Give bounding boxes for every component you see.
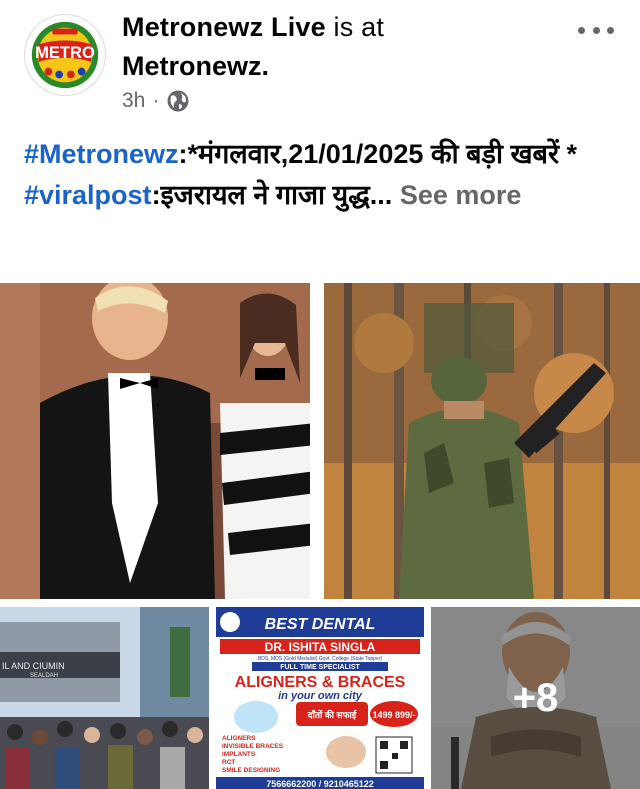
location-link[interactable]: Metronewz.: [122, 49, 269, 83]
crowd-sign-subtext: SEALDAH: [30, 673, 58, 679]
ad-offer: दाँतों की सफाई: [307, 709, 358, 720]
ad-title: BEST DENTAL: [265, 616, 376, 633]
more-dot: [607, 26, 614, 34]
photo-soldier-image: [324, 283, 640, 599]
ad-list-item: SMILE DESIGNING: [222, 767, 280, 774]
photo-crowd[interactable]: IL AND CIUMIN SEALDAH: [0, 607, 209, 789]
post-meta: 3h ·: [122, 89, 190, 113]
more-dot: [592, 26, 600, 34]
more-photos-count[interactable]: +8: [431, 607, 640, 789]
post-time[interactable]: 3h: [122, 89, 145, 113]
post-text-line2: :इजरायल ने गाजा युद्ध...: [151, 180, 393, 210]
see-more-link[interactable]: See more: [400, 180, 522, 210]
page-name-link[interactable]: Metronewz Live: [122, 12, 326, 42]
ad-quals: BDS, MDS (Gold Medalist) Govt. College (…: [258, 656, 382, 662]
post-title: Metronewz Live is at: [122, 10, 384, 44]
photo-more[interactable]: +8: [431, 607, 640, 789]
hashtag-link[interactable]: #Metronewz: [24, 139, 179, 169]
avatar-text: METRO: [35, 43, 95, 62]
more-options-button[interactable]: [578, 18, 614, 42]
ad-list-item: ALIGNERS: [222, 735, 256, 742]
post-header: METRO Metronewz Live is at Metronewz. 3h…: [0, 0, 640, 125]
ad-list-item: IMPLANTS: [222, 751, 256, 758]
ad-price: 1499 899/-: [372, 710, 415, 720]
page-avatar[interactable]: METRO: [24, 14, 106, 96]
post-text: #Metronewz:*मंगलवार,21/01/2025 की बड़ी ख…: [24, 134, 624, 216]
ad-doctor: DR. ISHITA SINGLA: [265, 640, 376, 654]
post-text-line1: :*मंगलवार,21/01/2025 की बड़ी खबरें *: [178, 139, 578, 169]
photo-soldier[interactable]: [324, 283, 640, 599]
more-dot: [578, 26, 585, 34]
ad-headline: ALIGNERS & BRACES: [235, 674, 406, 691]
meta-separator: ·: [152, 89, 160, 112]
ad-phone: 7566662200 / 9210465122: [266, 779, 374, 789]
ad-list-item: RCT: [222, 759, 235, 766]
photo-dental-ad[interactable]: BEST DENTAL DR. ISHITA SINGLA BDS, MDS (…: [216, 607, 424, 789]
photo-couple-image: [0, 283, 316, 599]
photo-couple[interactable]: [0, 283, 316, 599]
photo-dental-ad-image: BEST DENTAL DR. ISHITA SINGLA BDS, MDS (…: [216, 607, 424, 789]
is-at-text: is at: [325, 12, 385, 42]
ad-subhead: in your own city: [278, 690, 363, 702]
ad-specialist: FULL TIME SPECIALIST: [280, 664, 360, 671]
globe-icon[interactable]: [166, 89, 190, 113]
crowd-sign-text: IL AND CIUMIN: [2, 661, 65, 671]
photo-crowd-image: IL AND CIUMIN SEALDAH: [0, 607, 209, 789]
ad-list-item: INVISIBLE BRACES: [222, 743, 284, 750]
hashtag-link[interactable]: #viralpost: [24, 180, 152, 210]
metronewz-logo-icon: METRO: [25, 15, 105, 95]
